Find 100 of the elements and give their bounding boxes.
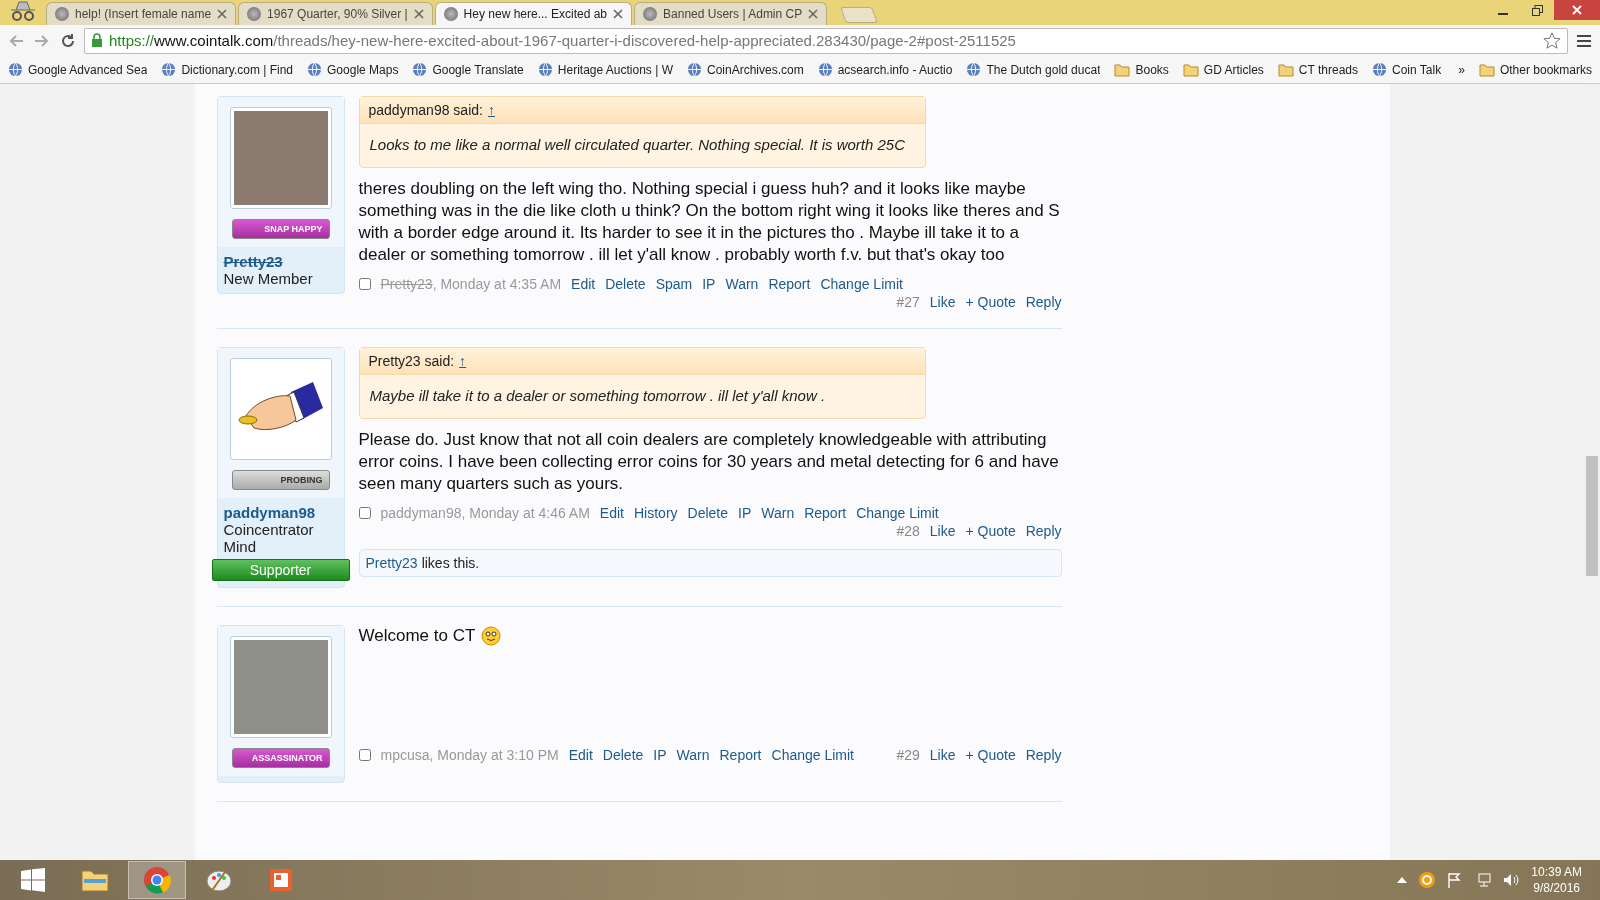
rank-badge: SNAP HAPPY [231, 219, 330, 239]
site-icon [1372, 62, 1387, 77]
site-icon [161, 62, 177, 77]
back-arrow-icon [8, 33, 24, 48]
post-action-link[interactable]: Report [719, 747, 762, 763]
post-action-link[interactable]: Edit [571, 276, 596, 292]
post-action-link[interactable]: Like [929, 747, 956, 763]
site-icon [55, 7, 69, 21]
post-action-link[interactable]: Delete [605, 276, 646, 292]
post-action-link[interactable]: Report [768, 276, 811, 292]
post-action-link[interactable]: + Quote [965, 523, 1016, 539]
post-action-link[interactable]: Spam [655, 276, 693, 292]
liker-link[interactable]: Pretty23 [365, 555, 418, 571]
bookmark[interactable]: Dictionary.com | Find [161, 62, 294, 77]
post-time: , Monday at 4:46 AM [461, 505, 590, 521]
post-action-link[interactable]: Reply [1025, 747, 1062, 763]
address-bar[interactable]: https://www.cointalk.com/threads/hey-new-here-excited-about-1967-quarter-i-discovered-help-appreciated.283430/page-2#post-2511525 [84, 27, 1568, 54]
browser-tab[interactable]: 1967 Quarter, 90% Silver | [238, 2, 433, 25]
post-action-link[interactable]: IP [738, 505, 752, 521]
post-action-link[interactable]: Change Limit [771, 747, 854, 763]
post-action-link[interactable]: History [634, 505, 678, 521]
bookmark[interactable]: Books [1114, 62, 1169, 77]
close-icon[interactable] [413, 9, 424, 19]
site-icon [817, 62, 833, 77]
post-action-link[interactable]: + Quote [965, 294, 1016, 310]
select-checkbox[interactable] [358, 749, 371, 761]
minimize-icon [1498, 13, 1508, 15]
site-icon [643, 7, 658, 21]
post-action-link[interactable]: IP [653, 747, 667, 763]
avatar[interactable] [229, 358, 332, 460]
clock[interactable]: 10:39 AM 9/8/2016 [1531, 864, 1582, 896]
select-checkbox[interactable] [358, 507, 371, 519]
site-icon [537, 62, 553, 77]
close-icon[interactable] [217, 9, 228, 19]
bookmark[interactable]: Google Maps [307, 62, 399, 77]
site-icon [686, 62, 702, 77]
ring-icon[interactable] [1419, 872, 1436, 888]
app-icon[interactable] [267, 866, 295, 894]
post-action-link[interactable]: Reply [1025, 294, 1062, 310]
browser-tab[interactable]: help! (Insert female name [46, 2, 237, 25]
username-link[interactable]: paddyman98 [217, 498, 344, 521]
site-icon [966, 62, 982, 77]
post-action-link[interactable]: Edit [568, 747, 593, 763]
quote-attribution: paddyman98 said: [368, 102, 483, 118]
post-action-link[interactable]: Warn [725, 276, 759, 292]
star-icon[interactable] [1543, 31, 1561, 50]
bookmark[interactable]: Heritage Auctions | W [537, 62, 673, 77]
close-icon[interactable] [808, 9, 819, 19]
post-action-link[interactable]: Warn [676, 747, 710, 763]
post-time: , Monday at 3:10 PM [429, 747, 559, 763]
folder-icon [1277, 62, 1294, 77]
close-icon[interactable] [613, 9, 624, 19]
volume-icon[interactable] [1503, 872, 1520, 888]
bookmark[interactable]: The Dutch gold ducat [966, 62, 1101, 77]
username-link[interactable]: Pretty23 [217, 247, 344, 270]
bookmark[interactable]: Google Advanced Sea [8, 62, 148, 77]
scrollbar-thumb[interactable] [1586, 456, 1598, 576]
bookmark[interactable]: GD Articles [1182, 62, 1264, 77]
post-action-link[interactable]: Like [929, 294, 956, 310]
post-action-link[interactable]: Like [929, 523, 956, 539]
site-icon [8, 62, 23, 77]
jump-to-post-link[interactable]: ↑ [459, 353, 467, 369]
select-checkbox[interactable] [358, 278, 371, 290]
browser-icon[interactable] [143, 866, 171, 894]
bookmark[interactable]: Other bookmarks [1478, 62, 1592, 77]
bookmark[interactable]: CoinArchives.com [686, 62, 804, 77]
url-text: https://www.cointalk.com/threads/hey-new-here-excited-about-1967-quarter-i-discovered-help-appreciated.283430/page-2#post-2511525 [109, 32, 1016, 49]
site-icon [443, 7, 458, 21]
taskbar-app[interactable] [128, 861, 186, 899]
restore-icon [1531, 4, 1543, 16]
browser-tab[interactable]: Hey new here... Excited ab [434, 2, 633, 25]
post-action-link[interactable]: Change Limit [856, 505, 939, 521]
close-icon [1572, 5, 1582, 15]
user-title: Coincentrator Mind [222, 521, 315, 555]
post-action-link[interactable]: Delete [687, 505, 728, 521]
bookmark[interactable]: CT threads [1277, 62, 1358, 77]
post-action-link[interactable]: Edit [599, 505, 624, 521]
more-bookmarks-button[interactable]: » [1458, 62, 1465, 77]
post-action-link[interactable]: Reply [1025, 523, 1062, 539]
post-action-link[interactable]: + Quote [965, 747, 1016, 763]
bookmark[interactable]: Coin Talk [1372, 62, 1442, 77]
post-action-link[interactable]: Change Limit [820, 276, 903, 292]
user-title: New Member [222, 270, 314, 287]
browser-tab[interactable]: Banned Users | Admin CP [634, 2, 828, 25]
folder-icon[interactable] [80, 867, 110, 893]
post-action-link[interactable]: Delete [602, 747, 644, 763]
bookmark[interactable]: Google Translate [412, 62, 524, 77]
bookmark[interactable]: acsearch.info - Auctio [817, 62, 953, 77]
reload-icon [60, 32, 76, 49]
folder-icon [1478, 62, 1495, 77]
show-hidden-icons-icon[interactable] [1397, 877, 1408, 883]
post-action-link[interactable]: Report [804, 505, 847, 521]
windows-logo-icon [21, 868, 45, 892]
network-icon[interactable] [1475, 872, 1492, 888]
jump-to-post-link[interactable]: ↑ [487, 102, 495, 118]
close-window-button[interactable] [1554, 0, 1600, 20]
post-time: , Monday at 4:35 AM [432, 276, 562, 292]
post-action-link[interactable]: Warn [761, 505, 795, 521]
post-action-link[interactable]: IP [702, 276, 716, 292]
site-icon [247, 7, 262, 21]
